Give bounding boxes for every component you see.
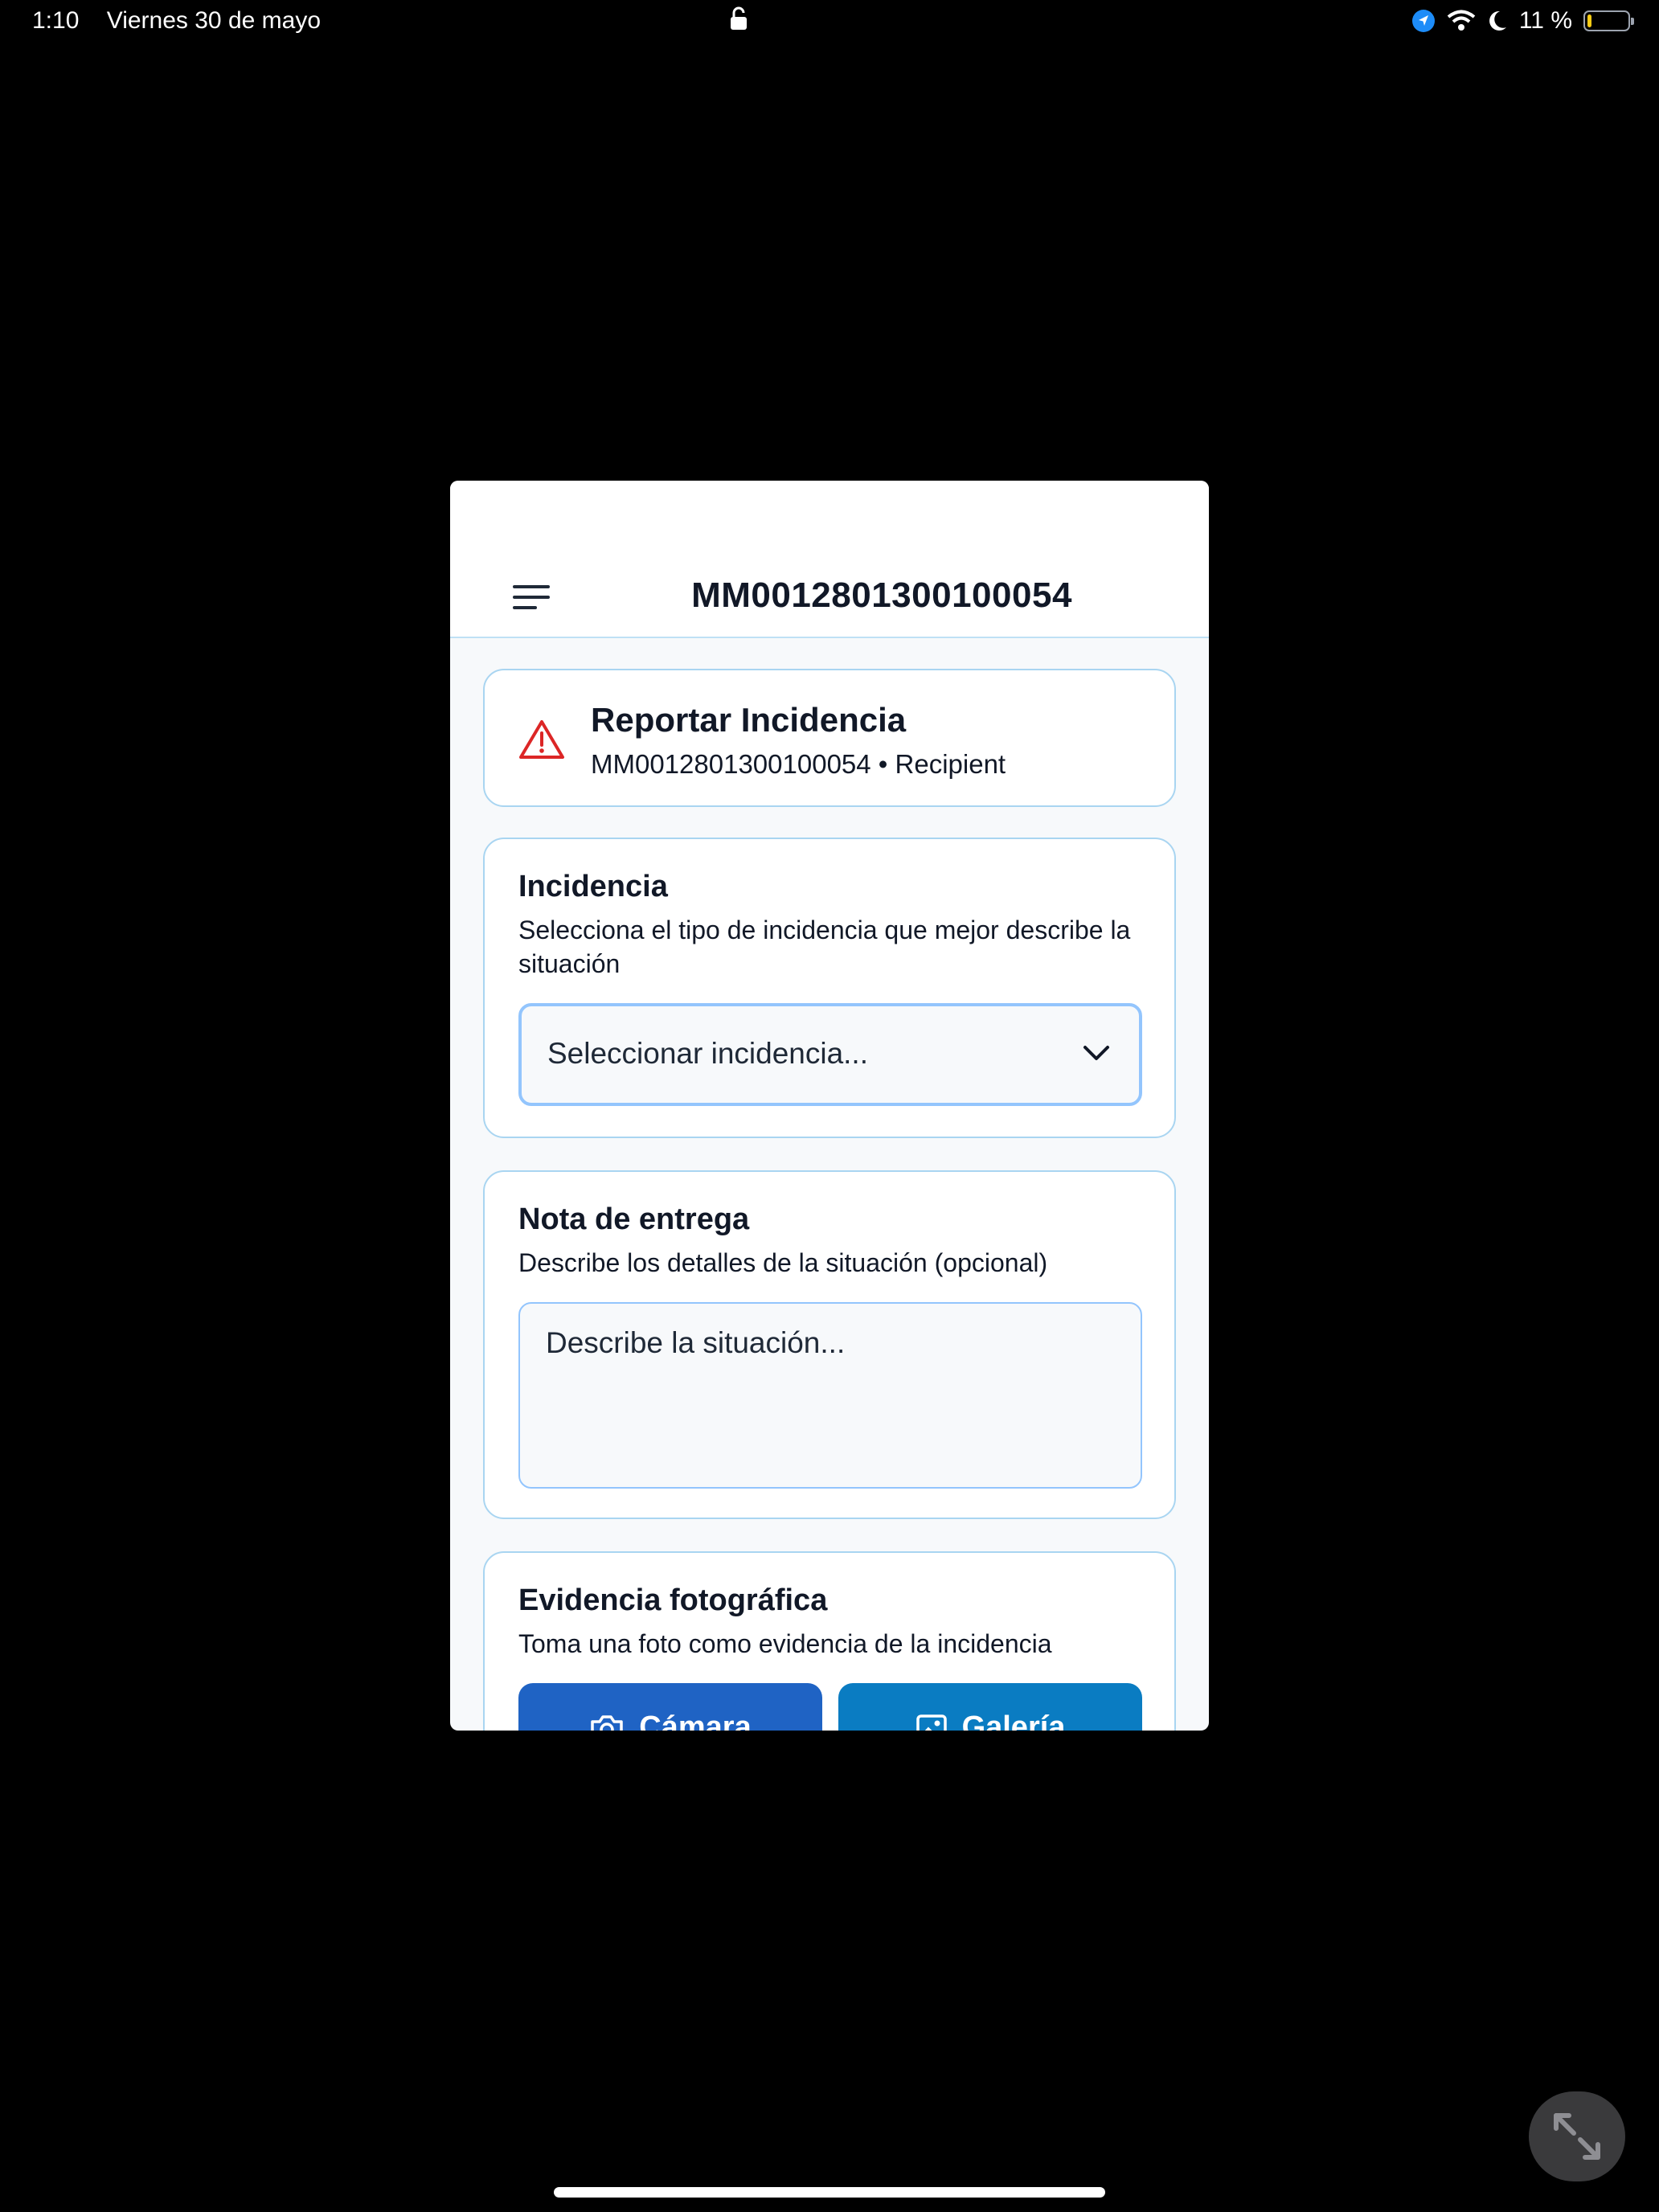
status-time: 1:10	[32, 7, 80, 34]
status-bar: 1:10 Viernes 30 de mayo 11 %	[0, 0, 1659, 45]
expand-icon	[1554, 2113, 1600, 2160]
report-title: Reportar Incidencia	[591, 701, 907, 739]
app-header: MM0012801300100054	[450, 481, 1209, 638]
expand-button[interactable]	[1529, 2091, 1625, 2181]
battery-level	[1587, 14, 1591, 27]
menu-icon[interactable]	[513, 585, 550, 609]
camera-button[interactable]: Cámara	[518, 1683, 822, 1731]
location-icon	[1411, 10, 1435, 32]
camera-button-label: Cámara	[639, 1710, 752, 1731]
image-icon	[916, 1714, 947, 1731]
nota-description: Describe los detalles de la situación (o…	[518, 1248, 1048, 1277]
evidencia-description: Toma una foto como evidencia de la incid…	[518, 1629, 1052, 1658]
battery-percent: 11 %	[1518, 7, 1572, 34]
incidencia-card: Incidencia Selecciona el tipo de inciden…	[483, 838, 1176, 1138]
status-date: Viernes 30 de mayo	[106, 7, 322, 34]
app-window: MM0012801300100054 Reportar Incidencia M…	[450, 481, 1209, 1731]
incidencia-select[interactable]: Seleccionar incidencia...	[518, 1003, 1142, 1106]
incidencia-select-placeholder: Seleccionar incidencia...	[547, 1037, 868, 1070]
gallery-button[interactable]: Galería	[838, 1683, 1142, 1731]
nota-title: Nota de entrega	[518, 1202, 750, 1236]
lock-icon	[731, 6, 747, 30]
chevron-down-icon	[1083, 1046, 1109, 1060]
evidencia-card: Evidencia fotográfica Toma una foto como…	[483, 1551, 1176, 1731]
camera-icon	[591, 1714, 624, 1731]
status-bar-right: 11 %	[1411, 7, 1634, 35]
moon-icon	[1489, 10, 1506, 31]
status-bar-left: 1:10 Viernes 30 de mayo	[32, 7, 321, 35]
wifi-icon	[1447, 10, 1476, 31]
report-header-card: Reportar Incidencia MM0012801300100054 •…	[483, 669, 1176, 807]
home-indicator[interactable]	[554, 2187, 1105, 2198]
evidencia-title: Evidencia fotográfica	[518, 1583, 828, 1617]
incidencia-description: Selecciona el tipo de incidencia que mej…	[518, 916, 1131, 978]
report-subtitle: MM0012801300100054 • Recipient	[591, 749, 1006, 779]
gallery-button-label: Galería	[961, 1710, 1066, 1731]
battery-icon	[1583, 10, 1634, 31]
nota-textarea[interactable]: Describe la situación...	[518, 1302, 1142, 1489]
incidencia-title: Incidencia	[518, 870, 668, 903]
page-title: MM0012801300100054	[691, 576, 1072, 615]
warning-icon	[519, 720, 564, 759]
nota-placeholder: Describe la situación...	[546, 1326, 846, 1359]
nota-card: Nota de entrega Describe los detalles de…	[483, 1170, 1176, 1519]
